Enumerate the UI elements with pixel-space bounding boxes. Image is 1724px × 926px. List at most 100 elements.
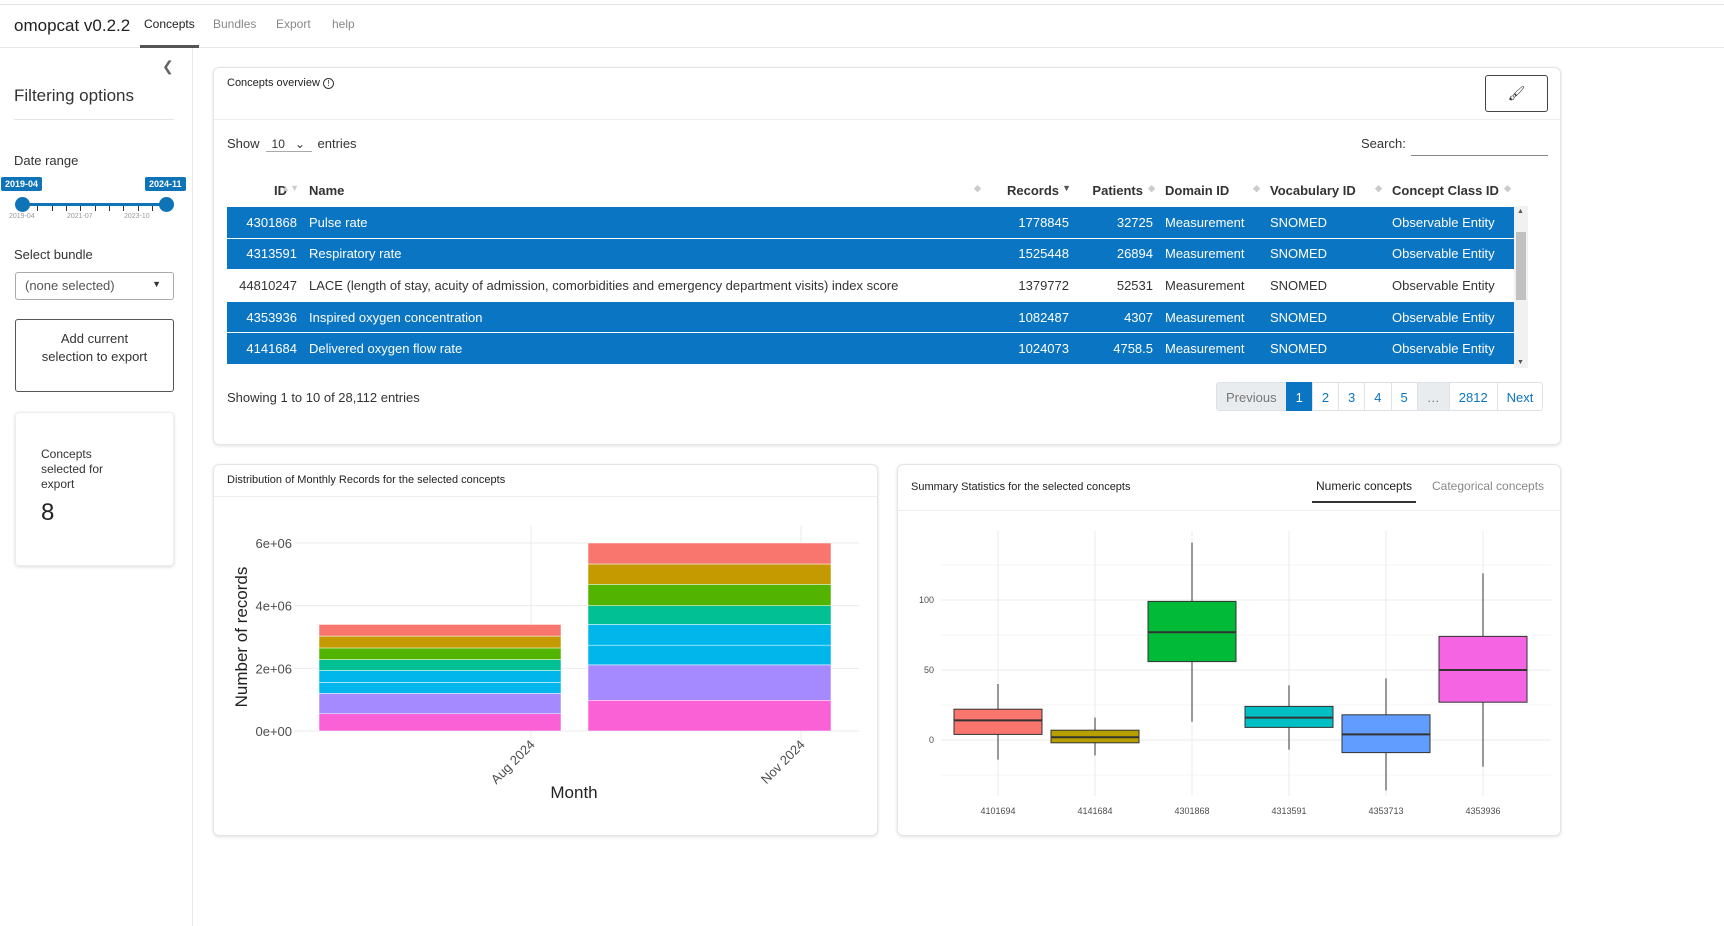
cell-records: 1082487 [985, 300, 1075, 333]
table-row[interactable]: 4141684 Delivered oxygen flow rate 1024073… [227, 332, 1515, 365]
cell-concept-class: Observable Entity [1386, 269, 1515, 302]
slider-tick [109, 206, 110, 211]
page-1[interactable]: 1 [1285, 382, 1313, 411]
cell-patients: 4758.5 [1075, 332, 1159, 365]
selected-count-value: 8 [41, 499, 55, 526]
entries-label: entries [317, 136, 357, 151]
cell-records: 1778845 [985, 206, 1075, 239]
table-row[interactable]: 44810247 LACE (length of stay, acuity of … [227, 269, 1515, 302]
chevron-left-icon[interactable]: ❮ [162, 58, 174, 75]
table-row[interactable]: 4313591 Respiratory rate 1525448 26894 Measu… [227, 237, 1515, 270]
col-label: Domain ID [1165, 182, 1230, 198]
table-row[interactable]: 4301868 Pulse rate 1778845 32725 Measurement… [227, 206, 1515, 239]
bundle-select[interactable]: (none selected) ▼ [15, 272, 174, 300]
cell-name: Inspired oxygen concentration [303, 300, 985, 333]
col-label: Records [1006, 182, 1059, 198]
bar-segment [318, 713, 562, 732]
cell-patients: 26894 [1075, 237, 1159, 270]
column-vocabulary-id[interactable]: Vocabulary ID ◆ [1264, 175, 1386, 205]
column-concept-class-id[interactable]: Concept Class ID ◆ [1386, 175, 1515, 205]
sidebar: ❮ Filtering options Date range 2019-04 2… [0, 48, 193, 926]
scroll-up-icon[interactable]: ▲ [1517, 208, 1524, 215]
x-tick-label: Aug 2024 [488, 737, 538, 787]
slider-tick [95, 206, 96, 211]
scroll-thumb[interactable] [1516, 232, 1526, 300]
date-end-badge: 2024-11 [145, 177, 186, 191]
page-2[interactable]: 2 [1311, 382, 1340, 411]
column-name[interactable]: Name ◆ [303, 175, 985, 205]
tab-concepts[interactable]: Concepts [140, 17, 199, 48]
page-3[interactable]: 3 [1338, 382, 1366, 411]
caret-down-icon: ▼ [152, 279, 161, 289]
table-scrollbar[interactable]: ▲ ▼ [1514, 206, 1528, 368]
entries-value: 10 [271, 137, 285, 151]
paintbrush-icon[interactable]: 🖌 [1485, 75, 1548, 112]
slider-start-handle[interactable] [15, 197, 30, 212]
column-id[interactable]: ID ▲▼ [227, 175, 303, 205]
cell-records: 1379772 [985, 269, 1075, 302]
tab-bundles[interactable]: Bundles [213, 17, 256, 31]
cell-domain: Measurement [1159, 237, 1264, 270]
bar-segment [587, 624, 832, 646]
bar-segment [318, 670, 562, 683]
select-bundle-label: Select bundle [14, 247, 93, 262]
add-to-export-button[interactable]: Add current selection to export [15, 319, 174, 392]
cell-concept-class: Observable Entity [1386, 300, 1515, 333]
previous-button[interactable]: Previous [1216, 382, 1287, 411]
next-button[interactable]: Next [1496, 382, 1544, 411]
tab-help[interactable]: help [332, 17, 355, 31]
entries-select[interactable]: 10 ⌄ [265, 137, 312, 152]
concepts-overview-card: Concepts overview ! 🖌 Show 10 ⌄ entries Se… [213, 67, 1561, 445]
y-tick-label: 4e+06 [255, 599, 292, 614]
col-label: Patients [1092, 182, 1143, 198]
bar-segment [587, 542, 832, 565]
cell-domain: Measurement [1159, 206, 1264, 239]
search-input[interactable] [1411, 134, 1548, 156]
selected-count-title: Concepts selected for export [41, 447, 104, 491]
bar-segment [318, 624, 562, 637]
cell-vocabulary: SNOMED [1264, 269, 1386, 302]
page-4[interactable]: 4 [1364, 382, 1392, 411]
slider-tick-label: 2019-04 [9, 213, 35, 220]
cell-vocabulary: SNOMED [1264, 332, 1386, 365]
bar-segment [587, 605, 832, 625]
info-circle-icon[interactable]: ! [323, 78, 334, 89]
cell-name: Delivered oxygen flow rate [303, 332, 985, 365]
cell-vocabulary: SNOMED [1264, 206, 1386, 239]
bar-segment [587, 584, 832, 606]
slider-tick-label: 2023-10 [124, 213, 150, 220]
cell-records: 1024073 [985, 332, 1075, 365]
bar-segment [318, 693, 562, 715]
selected-count-box: Concepts selected for export 8 [15, 412, 174, 566]
slider-tick [37, 206, 38, 211]
page-2812[interactable]: 2812 [1448, 382, 1498, 411]
distribution-card: Distribution of Monthly Records for the … [213, 464, 878, 836]
slider-end-handle[interactable] [159, 197, 174, 212]
column-domain-id[interactable]: Domain ID ◆ [1159, 175, 1264, 205]
scroll-down-icon[interactable]: ▼ [1517, 359, 1524, 366]
x-tick-label: 4353713 [1368, 806, 1403, 816]
concepts-overview-title: Concepts overview ! [227, 77, 334, 89]
tab-export[interactable]: Export [276, 17, 311, 31]
cell-id: 44810247 [227, 269, 303, 302]
cell-id: 4141684 [227, 332, 303, 365]
navbar: omopcat v0.2.2 Concepts Bundles Export h… [0, 5, 1724, 48]
bar-segment [587, 563, 832, 585]
concepts-table-header: ID ▲▼ Name ◆ Records ▼ Patients ◆ Domain ID ◆… [227, 175, 1515, 205]
search-label: Search: [1361, 136, 1406, 151]
y-axis-title: Number of records [232, 567, 251, 708]
cell-patients: 52531 [1075, 269, 1159, 302]
card-header [214, 68, 1560, 120]
column-patients[interactable]: Patients ◆ [1075, 175, 1159, 205]
title-text: Concepts overview [227, 77, 320, 89]
bar-segment [318, 682, 562, 694]
column-records[interactable]: Records ▼ [985, 175, 1075, 205]
x-tick-label: 4313591 [1271, 806, 1306, 816]
table-row[interactable]: 4353936 Inspired oxygen concentration 1082… [227, 300, 1515, 333]
page-5[interactable]: 5 [1390, 382, 1418, 411]
bar-segment [587, 664, 832, 701]
entries-length: Show 10 ⌄ entries [227, 136, 357, 152]
slider-tick [123, 206, 124, 211]
cell-id: 4353936 [227, 300, 303, 333]
slider-tick [152, 206, 153, 211]
